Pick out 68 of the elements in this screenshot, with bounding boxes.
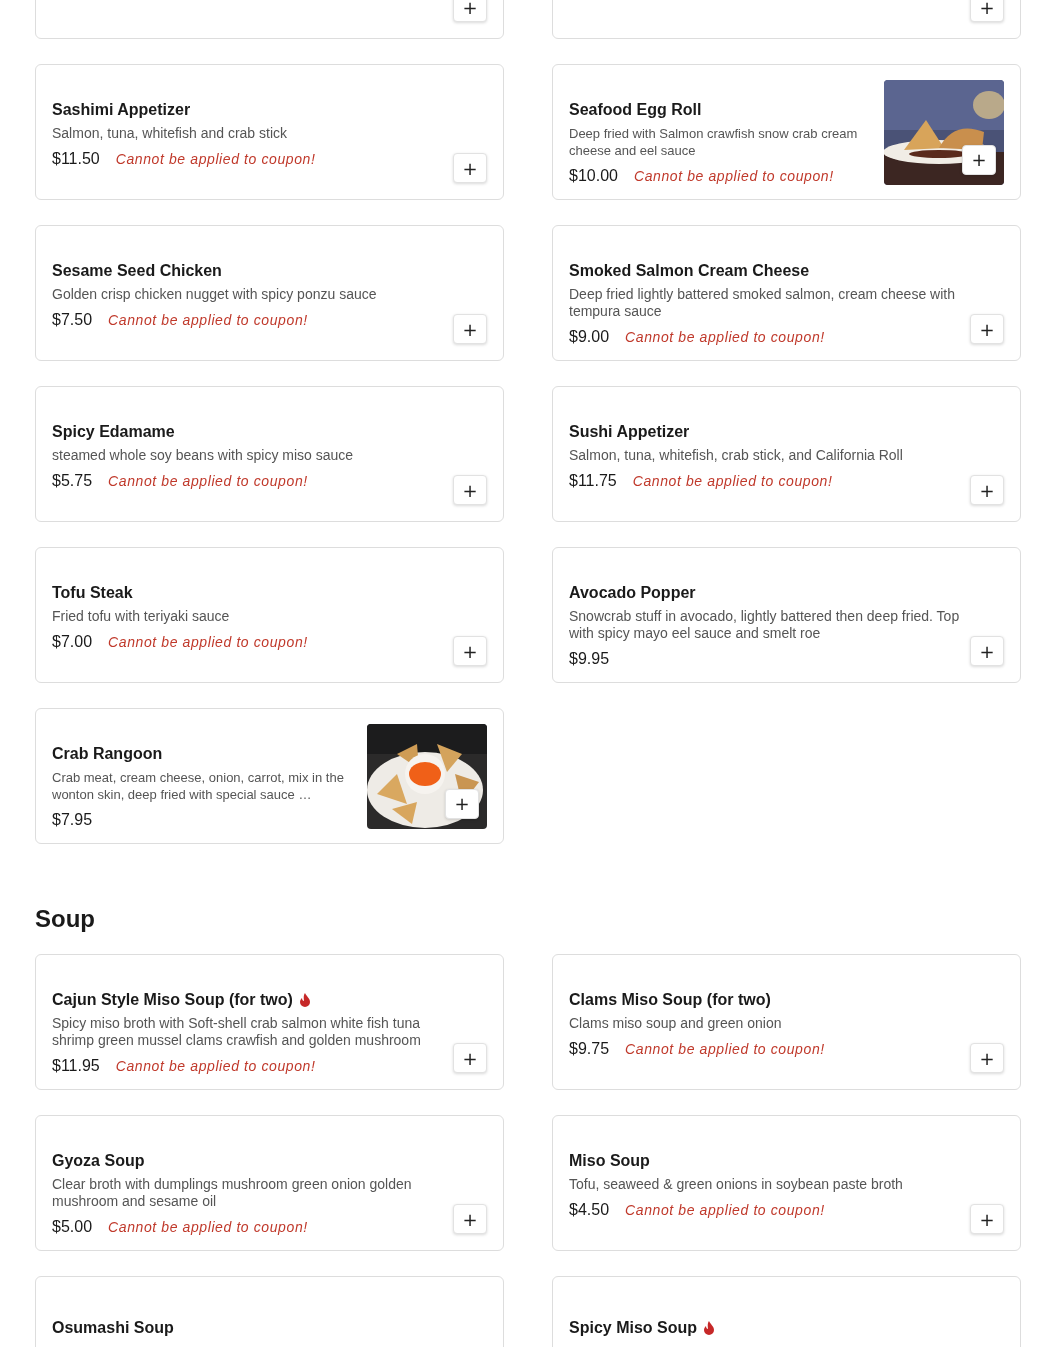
add-button[interactable]: + [970,1204,1004,1234]
item-name: Tofu Steak [52,584,133,602]
add-button[interactable]: + [453,1204,487,1234]
item-description: Fried tofu with teriyaki sauce [52,608,231,625]
item-name: Sushi Appetizer [569,423,690,441]
add-button[interactable]: + [453,153,487,183]
item-description: Spicy miso broth with Soft-shell crab salmon white fish tuna shrimp green mussel clams crawfish and golden mushroom [52,1015,422,1049]
coupon-note: Cannot be applied to coupon! [633,168,834,184]
item-price: $7.95 [52,811,93,829]
item-name: Clams Miso Soup (for two) [569,991,771,1009]
item-name: Seafood Egg Roll [569,101,702,119]
add-button[interactable]: + [453,1043,487,1073]
add-button[interactable]: + [970,475,1004,505]
add-button[interactable]: + [970,1043,1004,1073]
item-description: Clear broth with dumplings mushroom green onion golden mushroom and sesame oil [52,1176,413,1210]
item-price: $11.95 [52,1057,100,1075]
item-price: $11.75 [569,472,617,490]
item-name: Gyoza Soup [52,1152,145,1170]
item-description: Golden crisp chicken nugget with spicy ponzu sauce [52,286,378,303]
item-name: Sesame Seed Chicken [52,262,222,280]
add-button[interactable]: + [453,314,487,344]
item-price: $5.00 [52,1218,93,1236]
item-description: Salmon, tuna, whitefish and crab stick [52,125,288,142]
item-description: Deep fried with Salmon crawfish snow crab cream cheese and eel sauce [569,125,859,159]
item-name: Sashimi Appetizer [52,101,191,119]
item-price: $5.75 [52,472,93,490]
coupon-note: Cannot be applied to coupon! [108,1219,308,1235]
add-button[interactable]: + [962,144,996,175]
add-button[interactable]: + [970,636,1004,666]
coupon-note: Cannot be applied to coupon! [108,473,308,489]
coupon-note: Cannot be applied to coupon! [108,312,308,328]
coupon-note: Cannot be applied to coupon! [632,473,833,489]
item-name: Avocado Popper [569,584,696,602]
item-name: Osumashi Soup [52,1319,174,1337]
item-description: Tofu, seaweed & green onions in soybean paste broth [569,1176,904,1193]
item-description: steamed whole soy beans with spicy miso sauce [52,447,355,464]
add-button[interactable]: + [445,788,479,819]
coupon-note: Cannot be applied to coupon! [115,1058,316,1074]
coupon-note: Cannot be applied to coupon! [625,329,825,345]
item-name: Cajun Style Miso Soup (for two) [52,991,293,1009]
item-price: $9.00 [569,328,610,346]
add-button[interactable]: + [453,0,487,22]
add-button[interactable]: + [970,0,1004,22]
item-price: $10.00 [569,167,618,185]
item-name: Miso Soup [569,1152,650,1170]
coupon-note: Cannot be applied to coupon! [625,1202,825,1218]
add-button[interactable]: + [453,475,487,505]
item-price: $4.50 [569,1201,610,1219]
coupon-note: Cannot be applied to coupon! [115,151,316,167]
item-price: $11.50 [52,150,100,168]
item-name: Spicy Edamame [52,423,175,441]
add-button[interactable]: + [970,314,1004,344]
item-description: Clams miso soup and green onion [569,1015,783,1032]
item-name: Crab Rangoon [52,745,163,763]
item-description: Snowcrab stuff in avocado, lightly battered then deep fried. Top with spicy mayo eel sauce and smelt roe [569,608,961,642]
item-description: Crab meat, cream cheese, onion, carrot, mix in the wonton skin, deep fried with special sauce … [52,769,345,803]
section-heading: Soup [35,904,96,934]
item-description: Deep fried lightly battered smoked salmon, cream cheese with tempura sauce [569,286,956,320]
item-price: $7.00 [52,633,93,651]
coupon-note: Cannot be applied to coupon! [108,634,308,650]
add-button[interactable]: + [453,636,487,666]
coupon-note: Cannot be applied to coupon! [625,1041,825,1057]
item-price: $9.95 [569,650,610,668]
item-price: $7.50 [52,311,93,329]
item-price: $9.75 [569,1040,610,1058]
item-name: Smoked Salmon Cream Cheese [569,262,810,280]
item-name: Spicy Miso Soup [569,1319,697,1337]
item-description: Salmon, tuna, whitefish, crab stick, and California Roll [569,447,904,464]
